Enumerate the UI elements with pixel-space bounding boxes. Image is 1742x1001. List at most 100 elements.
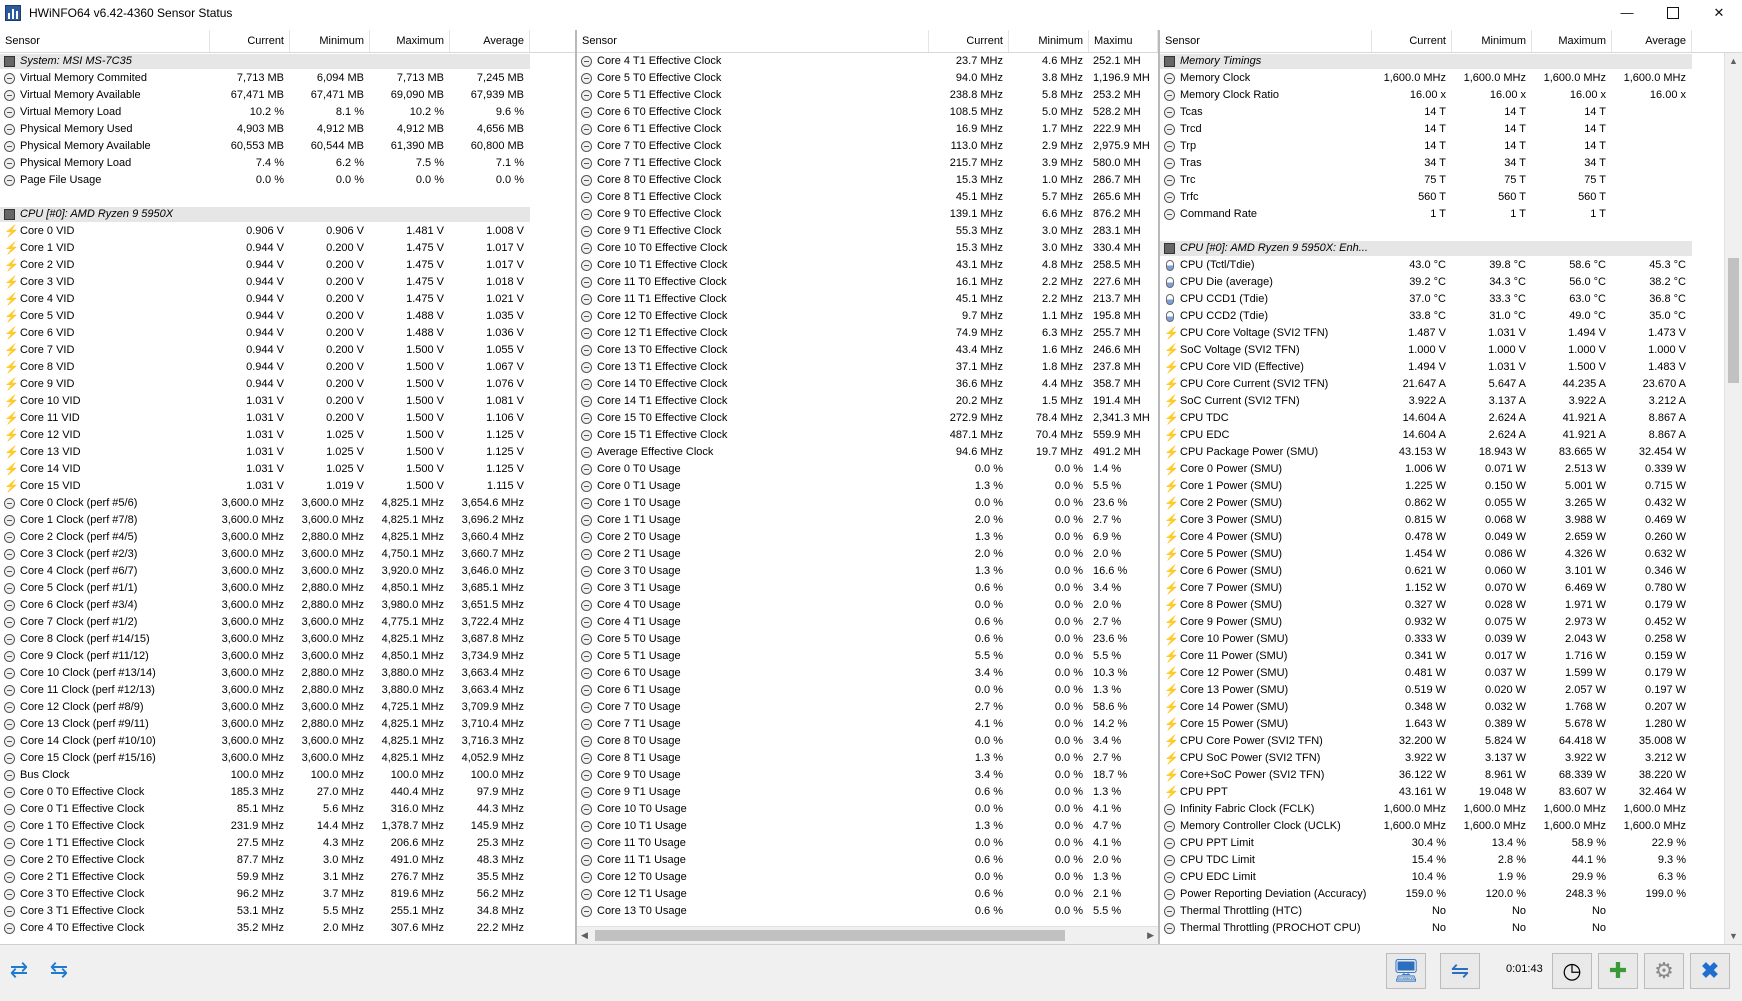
sensor-row[interactable]: Core 12 T1 Effective Clock 74.9 MHz 6.3 MH… <box>577 325 1158 342</box>
sensor-row[interactable]: Core 5 T1 Usage 5.5 % 0.0 % 5.5 % <box>577 648 1158 665</box>
sensor-row[interactable]: Core 10 Clock (perf #13/14) 3,600.0 MHz 2,… <box>0 665 575 682</box>
sensor-row[interactable]: Memory Clock Ratio 16.00 x 16.00 x 16.00 x 1… <box>1160 87 1742 104</box>
sensor-row[interactable]: SoC Voltage (SVI2 TFN) 1.000 V 1.000 V 1.00… <box>1160 342 1742 359</box>
sensor-row[interactable]: Core 15 T1 Effective Clock 487.1 MHz 70.4 … <box>577 427 1158 444</box>
sensor-row[interactable]: Core 14 T0 Effective Clock 36.6 MHz 4.4 MH… <box>577 376 1158 393</box>
col-maximum[interactable]: Maximum <box>1532 30 1612 52</box>
sensor-row[interactable]: Core 13 T0 Effective Clock 43.4 MHz 1.6 MH… <box>577 342 1158 359</box>
sensor-row[interactable]: Core 13 T0 Usage 0.6 % 0.0 % 5.5 % <box>577 903 1158 920</box>
sensor-row[interactable]: Core 3 T0 Effective Clock 96.2 MHz 3.7 MHz… <box>0 886 575 903</box>
sensor-row[interactable]: Core 0 T0 Usage 0.0 % 0.0 % 1.4 % <box>577 461 1158 478</box>
sensor-row[interactable]: Infinity Fabric Clock (FCLK) 1,600.0 MHz 1… <box>1160 801 1742 818</box>
col-average[interactable]: Average <box>450 30 530 52</box>
sensor-row[interactable]: Core 8 Clock (perf #14/15) 3,600.0 MHz 3,6… <box>0 631 575 648</box>
col-current[interactable]: Current <box>210 30 290 52</box>
sensor-row[interactable]: Core 3 VID 0.944 V 0.200 V 1.475 V 1.018 V <box>0 274 575 291</box>
sensor-row[interactable]: Tcas 14 T 14 T 14 T <box>1160 104 1742 121</box>
sensor-row[interactable]: Core 4 VID 0.944 V 0.200 V 1.475 V 1.021 V <box>0 291 575 308</box>
settings-button[interactable]: ⚙ <box>1644 953 1684 989</box>
scroll-left-icon[interactable]: ◀ <box>581 930 588 941</box>
sensor-row[interactable]: Core 5 VID 0.944 V 0.200 V 1.488 V 1.035 V <box>0 308 575 325</box>
col-average[interactable]: Average <box>1612 30 1692 52</box>
sensor-row[interactable]: Core 15 Clock (perf #15/16) 3,600.0 MHz 3,… <box>0 750 575 767</box>
col-sensor[interactable]: Sensor <box>577 30 929 52</box>
sensor-row[interactable]: Core 5 T0 Effective Clock 94.0 MHz 3.8 MHz… <box>577 70 1158 87</box>
sensor-row[interactable]: Core 9 Clock (perf #11/12) 3,600.0 MHz 3,6… <box>0 648 575 665</box>
sensor-row[interactable]: Core 1 Clock (perf #7/8) 3,600.0 MHz 3,600… <box>0 512 575 529</box>
sensor-row[interactable]: Core 6 VID 0.944 V 0.200 V 1.488 V 1.036 V <box>0 325 575 342</box>
sensor-row[interactable]: Core 5 T0 Usage 0.6 % 0.0 % 23.6 % <box>577 631 1158 648</box>
sensor-row[interactable]: Core 2 Clock (perf #4/5) 3,600.0 MHz 2,880… <box>0 529 575 546</box>
sensor-row[interactable]: CPU Core Power (SVI2 TFN) 32.200 W 5.824 W… <box>1160 733 1742 750</box>
sensor-row[interactable]: CPU CCD2 (Tdie) 33.8 °C 31.0 °C 49.0 °C 35.0… <box>1160 308 1742 325</box>
col-sensor[interactable]: Sensor <box>1160 30 1372 52</box>
sensor-row[interactable]: Physical Memory Used 4,903 MB 4,912 MB 4,91… <box>0 121 575 138</box>
clock-button[interactable]: ◷ <box>1552 953 1592 989</box>
sensor-row[interactable]: Core 2 T0 Effective Clock 87.7 MHz 3.0 MHz… <box>0 852 575 869</box>
sensor-row[interactable]: Trp 14 T 14 T 14 T <box>1160 138 1742 155</box>
sensor-row[interactable]: CPU EDC Limit 10.4 % 1.9 % 29.9 % 6.3 % <box>1160 869 1742 886</box>
sensor-row[interactable]: Core 14 Clock (perf #10/10) 3,600.0 MHz 3,… <box>0 733 575 750</box>
sensor-row[interactable]: Core 14 Power (SMU) 0.348 W 0.032 W 1.768 W… <box>1160 699 1742 716</box>
sensor-row[interactable]: Core 12 VID 1.031 V 1.025 V 1.500 V 1.125 V <box>0 427 575 444</box>
sensor-row[interactable]: Core 7 Clock (perf #1/2) 3,600.0 MHz 3,600… <box>0 614 575 631</box>
scrollbar-thumb[interactable] <box>1728 258 1739 383</box>
sensor-row[interactable]: Trcd 14 T 14 T 14 T <box>1160 121 1742 138</box>
sensor-row[interactable]: Core 8 T1 Usage 1.3 % 0.0 % 2.7 % <box>577 750 1158 767</box>
add-sheet-button[interactable]: ✚ <box>1598 953 1638 989</box>
col-current[interactable]: Current <box>1372 30 1452 52</box>
sensor-row[interactable]: Core 7 VID 0.944 V 0.200 V 1.500 V 1.055 V <box>0 342 575 359</box>
sensor-group-header[interactable]: Memory Timings <box>1160 53 1742 70</box>
sensor-row[interactable]: CPU EDC 14.604 A 2.624 A 41.921 A 8.867 A <box>1160 427 1742 444</box>
nav-left-button[interactable]: ⇄ <box>2 953 36 987</box>
nav-right-button[interactable]: ⇆ <box>42 953 76 987</box>
sensor-row[interactable]: Core 3 T1 Effective Clock 53.1 MHz 5.5 MHz… <box>0 903 575 920</box>
sensor-pane-3[interactable]: Sensor Current Minimum Maximum Average M… <box>1160 30 1742 944</box>
horizontal-scrollbar[interactable]: ◀ ▶ <box>577 926 1158 944</box>
sensor-row[interactable]: Core 4 Power (SMU) 0.478 W 0.049 W 2.659 W 0… <box>1160 529 1742 546</box>
sensor-row[interactable]: Thermal Throttling (HTC) No No No <box>1160 903 1742 920</box>
col-minimum[interactable]: Minimum <box>290 30 370 52</box>
sensor-row[interactable]: Core 9 T0 Effective Clock 139.1 MHz 6.6 MH… <box>577 206 1158 223</box>
sensor-row[interactable]: Core 8 T1 Effective Clock 45.1 MHz 5.7 MHz… <box>577 189 1158 206</box>
sensor-row[interactable]: CPU SoC Power (SVI2 TFN) 3.922 W 3.137 W 3.… <box>1160 750 1742 767</box>
sensor-row[interactable]: Core 12 Power (SMU) 0.481 W 0.037 W 1.599 W… <box>1160 665 1742 682</box>
sensor-row[interactable]: Core 0 Clock (perf #5/6) 3,600.0 MHz 3,600… <box>0 495 575 512</box>
scroll-right-icon[interactable]: ▶ <box>1147 930 1154 941</box>
sensor-row[interactable]: Core 3 T1 Usage 0.6 % 0.0 % 3.4 % <box>577 580 1158 597</box>
sensor-row[interactable]: Average Effective Clock 94.6 MHz 19.7 MHz 4… <box>577 444 1158 461</box>
sensor-row[interactable]: CPU Die (average) 39.2 °C 34.3 °C 56.0 °C 38… <box>1160 274 1742 291</box>
sensor-row[interactable]: Physical Memory Available 60,553 MB 60,544… <box>0 138 575 155</box>
sensor-row[interactable]: Core 15 VID 1.031 V 1.019 V 1.500 V 1.115 V <box>0 478 575 495</box>
sensor-row[interactable]: Core 11 Clock (perf #12/13) 3,600.0 MHz 2,… <box>0 682 575 699</box>
sensor-row[interactable]: Core 14 T1 Effective Clock 20.2 MHz 1.5 MH… <box>577 393 1158 410</box>
sensor-row[interactable]: Core 10 T0 Usage 0.0 % 0.0 % 4.1 % <box>577 801 1158 818</box>
sensor-row[interactable]: Core 12 Clock (perf #8/9) 3,600.0 MHz 3,60… <box>0 699 575 716</box>
sensor-row[interactable]: Core 15 T0 Effective Clock 272.9 MHz 78.4 … <box>577 410 1158 427</box>
sensor-row[interactable]: CPU Package Power (SMU) 43.153 W 18.943 W 8… <box>1160 444 1742 461</box>
sensor-row[interactable]: CPU (Tctl/Tdie) 43.0 °C 39.8 °C 58.6 °C 45.3… <box>1160 257 1742 274</box>
sensor-row[interactable]: Core 12 T0 Usage 0.0 % 0.0 % 1.3 % <box>577 869 1158 886</box>
col-minimum[interactable]: Minimum <box>1009 30 1089 52</box>
scroll-down-icon[interactable]: ▼ <box>1729 931 1738 941</box>
sensor-row[interactable]: Core 10 Power (SMU) 0.333 W 0.039 W 2.043 W… <box>1160 631 1742 648</box>
minimize-button[interactable]: — <box>1604 0 1650 25</box>
close-button[interactable]: ✖ <box>1690 953 1730 989</box>
vertical-scrollbar[interactable]: ▲ ▼ <box>1724 53 1742 944</box>
reports-button[interactable]: 🖥 <box>1386 953 1426 989</box>
sensor-row[interactable]: CPU Core Voltage (SVI2 TFN) 1.487 V 1.031 … <box>1160 325 1742 342</box>
network-button[interactable]: ⇋ <box>1440 953 1480 989</box>
sensor-row[interactable]: Core 11 T1 Effective Clock 45.1 MHz 2.2 MH… <box>577 291 1158 308</box>
sensor-row[interactable]: Core 5 Clock (perf #1/1) 3,600.0 MHz 2,880… <box>0 580 575 597</box>
sensor-row[interactable]: Core 6 Clock (perf #3/4) 3,600.0 MHz 2,880… <box>0 597 575 614</box>
sensor-row[interactable]: CPU CCD1 (Tdie) 37.0 °C 33.3 °C 63.0 °C 36.8… <box>1160 291 1742 308</box>
sensor-row[interactable]: Core 8 T0 Usage 0.0 % 0.0 % 3.4 % <box>577 733 1158 750</box>
sensor-row[interactable]: Core 11 T1 Usage 0.6 % 0.0 % 2.0 % <box>577 852 1158 869</box>
sensor-pane-1[interactable]: Sensor Current Minimum Maximum Average S… <box>0 30 577 944</box>
sensor-row[interactable]: Page File Usage 0.0 % 0.0 % 0.0 % 0.0 % <box>0 172 575 189</box>
sensor-row[interactable]: Core 10 T1 Usage 1.3 % 0.0 % 4.7 % <box>577 818 1158 835</box>
sensor-row[interactable]: Core 2 T1 Usage 2.0 % 0.0 % 2.0 % <box>577 546 1158 563</box>
sensor-row[interactable]: Core 9 T1 Effective Clock 55.3 MHz 3.0 MHz… <box>577 223 1158 240</box>
sensor-row[interactable]: CPU PPT 43.161 W 19.048 W 83.607 W 32.464 W <box>1160 784 1742 801</box>
sensor-row[interactable]: Core 7 T0 Effective Clock 113.0 MHz 2.9 MH… <box>577 138 1158 155</box>
